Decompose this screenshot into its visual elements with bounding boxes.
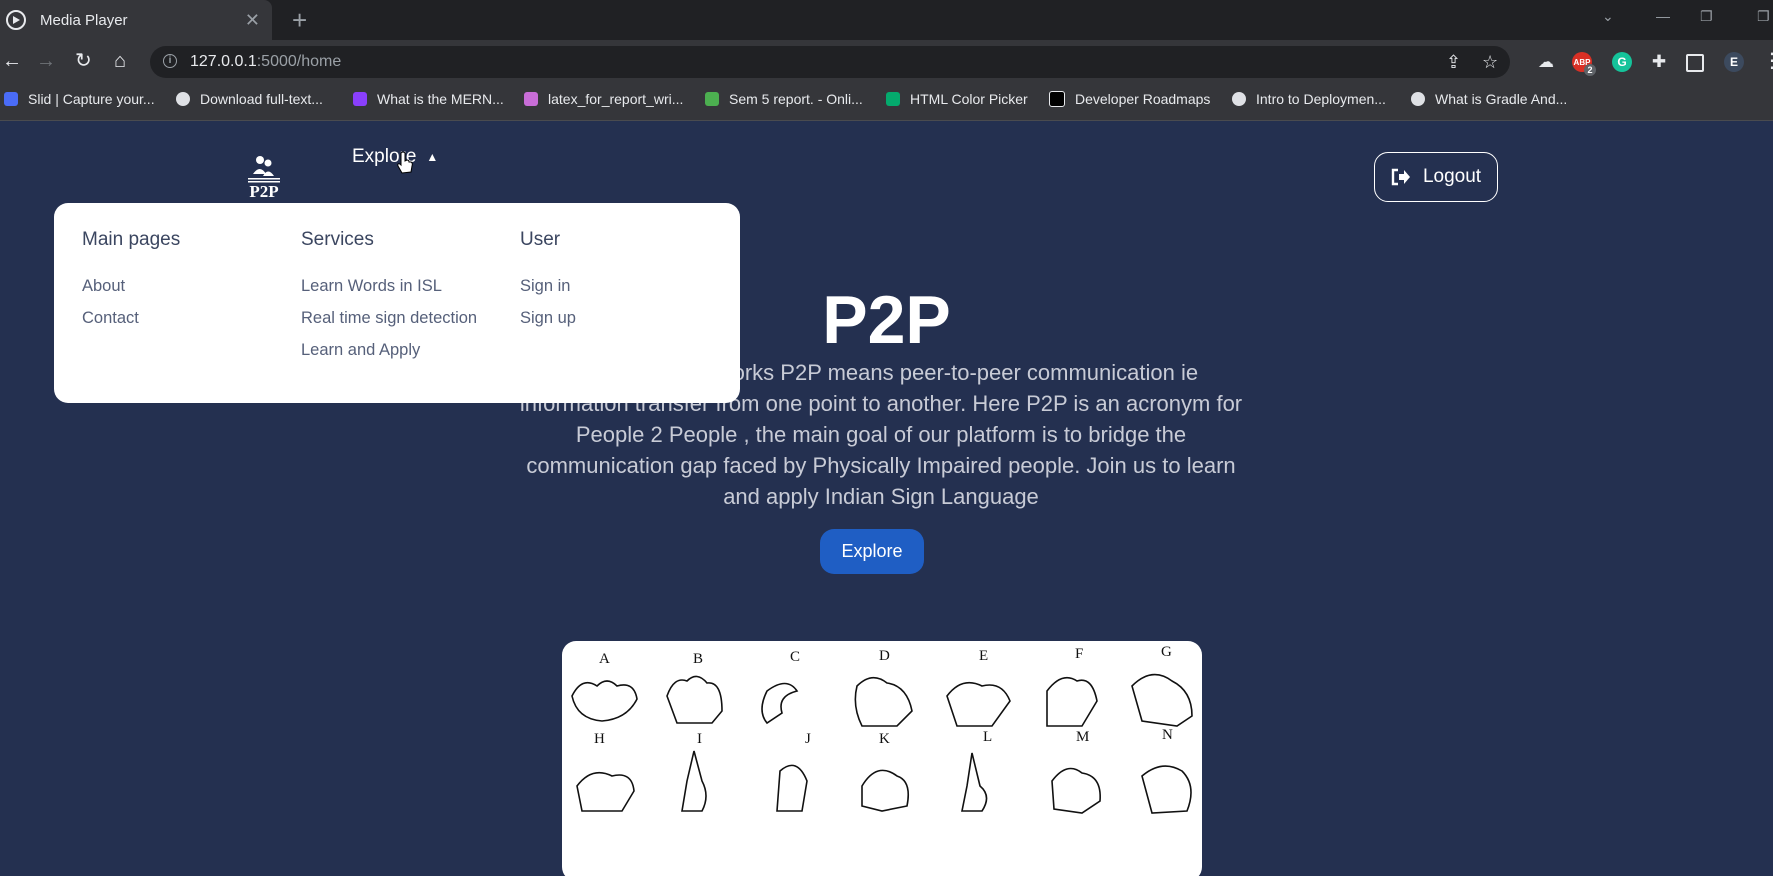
- bookmark-label: HTML Color Picker: [910, 91, 1028, 107]
- bookmark-label: Intro to Deploymen...: [1256, 91, 1386, 107]
- hand-cursor-icon: [397, 151, 413, 174]
- home-icon[interactable]: ⌂: [114, 50, 126, 72]
- bookmark-label: Slid | Capture your...: [28, 91, 155, 107]
- bookmark-item[interactable]: Slid | Capture your...: [4, 91, 155, 107]
- bookmark-label: Sem 5 report. - Onli...: [729, 91, 863, 107]
- people-logo-icon: [248, 156, 280, 183]
- bookmark-favicon-icon: [353, 92, 367, 106]
- close-window-icon[interactable]: ❐: [1757, 8, 1770, 25]
- bookmark-item[interactable]: Developer Roadmaps: [1049, 91, 1210, 107]
- logo-text: P2P: [249, 182, 279, 201]
- bookmark-item[interactable]: latex_for_report_wri...: [524, 91, 683, 107]
- bookmark-label: Developer Roadmaps: [1075, 91, 1211, 107]
- dropdown-heading: Main pages: [82, 229, 181, 250]
- bookmark-label: What is the MERN...: [377, 91, 504, 107]
- tab-title: Media Player: [40, 11, 128, 29]
- grammarly-extension-icon[interactable]: G: [1612, 52, 1632, 72]
- browser-toolbar: ← → ↻ ⌂ i 127.0.0.1:5000/home ⇪ ☆ ☁ ABP …: [0, 40, 1773, 84]
- bookmark-item[interactable]: Sem 5 report. - Onli...: [705, 91, 863, 107]
- page-content: P2P Explore ▲ Logout P2P In computer net…: [0, 121, 1773, 876]
- site-info-icon[interactable]: i: [163, 54, 177, 68]
- back-icon[interactable]: ←: [2, 50, 22, 72]
- globe-icon: [1232, 92, 1246, 106]
- menu-kebab-icon[interactable]: ⋮: [1762, 50, 1773, 72]
- hand-signs-illustration: [571, 673, 1193, 814]
- chevron-up-icon: ▲: [426, 150, 439, 164]
- tab-search-icon[interactable]: ⌄: [1602, 8, 1614, 25]
- puzzle-extensions-icon[interactable]: ✚: [1649, 52, 1669, 72]
- bookmark-label: What is Gradle And...: [1435, 91, 1568, 107]
- globe-icon: [176, 92, 190, 106]
- bookmark-favicon-icon: [705, 92, 719, 106]
- menu-item-contact[interactable]: Contact: [82, 309, 180, 327]
- bookmark-star-icon[interactable]: ☆: [1482, 52, 1498, 73]
- new-tab-button[interactable]: +: [292, 6, 307, 34]
- bookmark-favicon-icon: [524, 92, 538, 106]
- side-panel-icon[interactable]: [1686, 54, 1704, 72]
- sign-language-chart-image: A B C D E F G H I J K L M N: [562, 641, 1202, 876]
- hero-explore-button[interactable]: Explore: [820, 529, 924, 574]
- menu-item-learn-and-apply[interactable]: Learn and Apply: [301, 341, 477, 359]
- menu-item-real-time-detection[interactable]: Real time sign detection: [301, 309, 477, 327]
- share-icon[interactable]: ⇪: [1446, 52, 1461, 73]
- restore-icon[interactable]: ❐: [1700, 8, 1713, 25]
- menu-item-about[interactable]: About: [82, 277, 180, 295]
- bookmark-item[interactable]: What is the MERN...: [353, 91, 504, 107]
- play-icon: [6, 10, 26, 30]
- profile-avatar[interactable]: E: [1724, 52, 1744, 72]
- logout-button[interactable]: Logout: [1374, 152, 1498, 202]
- menu-item-sign-in[interactable]: Sign in: [520, 277, 576, 295]
- bookmark-favicon-icon: [1049, 91, 1065, 107]
- bookmark-item[interactable]: Intro to Deploymen...: [1232, 91, 1386, 107]
- menu-item-sign-up[interactable]: Sign up: [520, 309, 576, 327]
- dropdown-heading: User: [520, 229, 561, 250]
- bookmark-favicon-icon: [4, 92, 18, 106]
- bookmark-item[interactable]: What is Gradle And...: [1411, 91, 1567, 107]
- browser-tab[interactable]: Media Player ✕: [0, 0, 272, 40]
- cloud-extension-icon[interactable]: ☁: [1536, 52, 1556, 72]
- bookmark-favicon-icon: [886, 92, 900, 106]
- dropdown-heading: Services: [301, 229, 374, 250]
- reload-icon[interactable]: ↻: [75, 50, 92, 72]
- globe-icon: [1411, 92, 1425, 106]
- dropdown-column-user: User Sign in Sign up: [520, 229, 576, 341]
- explore-dropdown-menu: Main pages About Contact Services Learn …: [54, 203, 740, 403]
- close-tab-icon[interactable]: ✕: [245, 10, 260, 31]
- logout-label: Logout: [1422, 166, 1482, 187]
- tab-strip: Media Player ✕ + ⌄ — ❐ ❐: [0, 0, 1773, 40]
- site-logo[interactable]: P2P: [244, 154, 284, 201]
- forward-icon[interactable]: →: [36, 50, 56, 72]
- address-bar[interactable]: i 127.0.0.1:5000/home ⇪ ☆: [150, 46, 1510, 78]
- bookmark-item[interactable]: HTML Color Picker: [886, 91, 1028, 107]
- adblock-badge: 2: [1584, 64, 1596, 76]
- bookmarks-bar: Slid | Capture your... Download full-tex…: [0, 84, 1773, 121]
- menu-item-learn-words[interactable]: Learn Words in ISL: [301, 277, 477, 295]
- url-text: 127.0.0.1:5000/home: [190, 53, 342, 70]
- minimize-icon[interactable]: —: [1656, 8, 1670, 24]
- bookmark-label: latex_for_report_wri...: [548, 91, 684, 107]
- dropdown-column-services: Services Learn Words in ISL Real time si…: [301, 229, 477, 373]
- dropdown-column-main-pages: Main pages About Contact: [82, 229, 180, 341]
- sign-out-icon: [1391, 168, 1410, 186]
- bookmark-label: Download full-text...: [200, 91, 323, 107]
- bookmark-item[interactable]: Download full-text...: [176, 91, 323, 107]
